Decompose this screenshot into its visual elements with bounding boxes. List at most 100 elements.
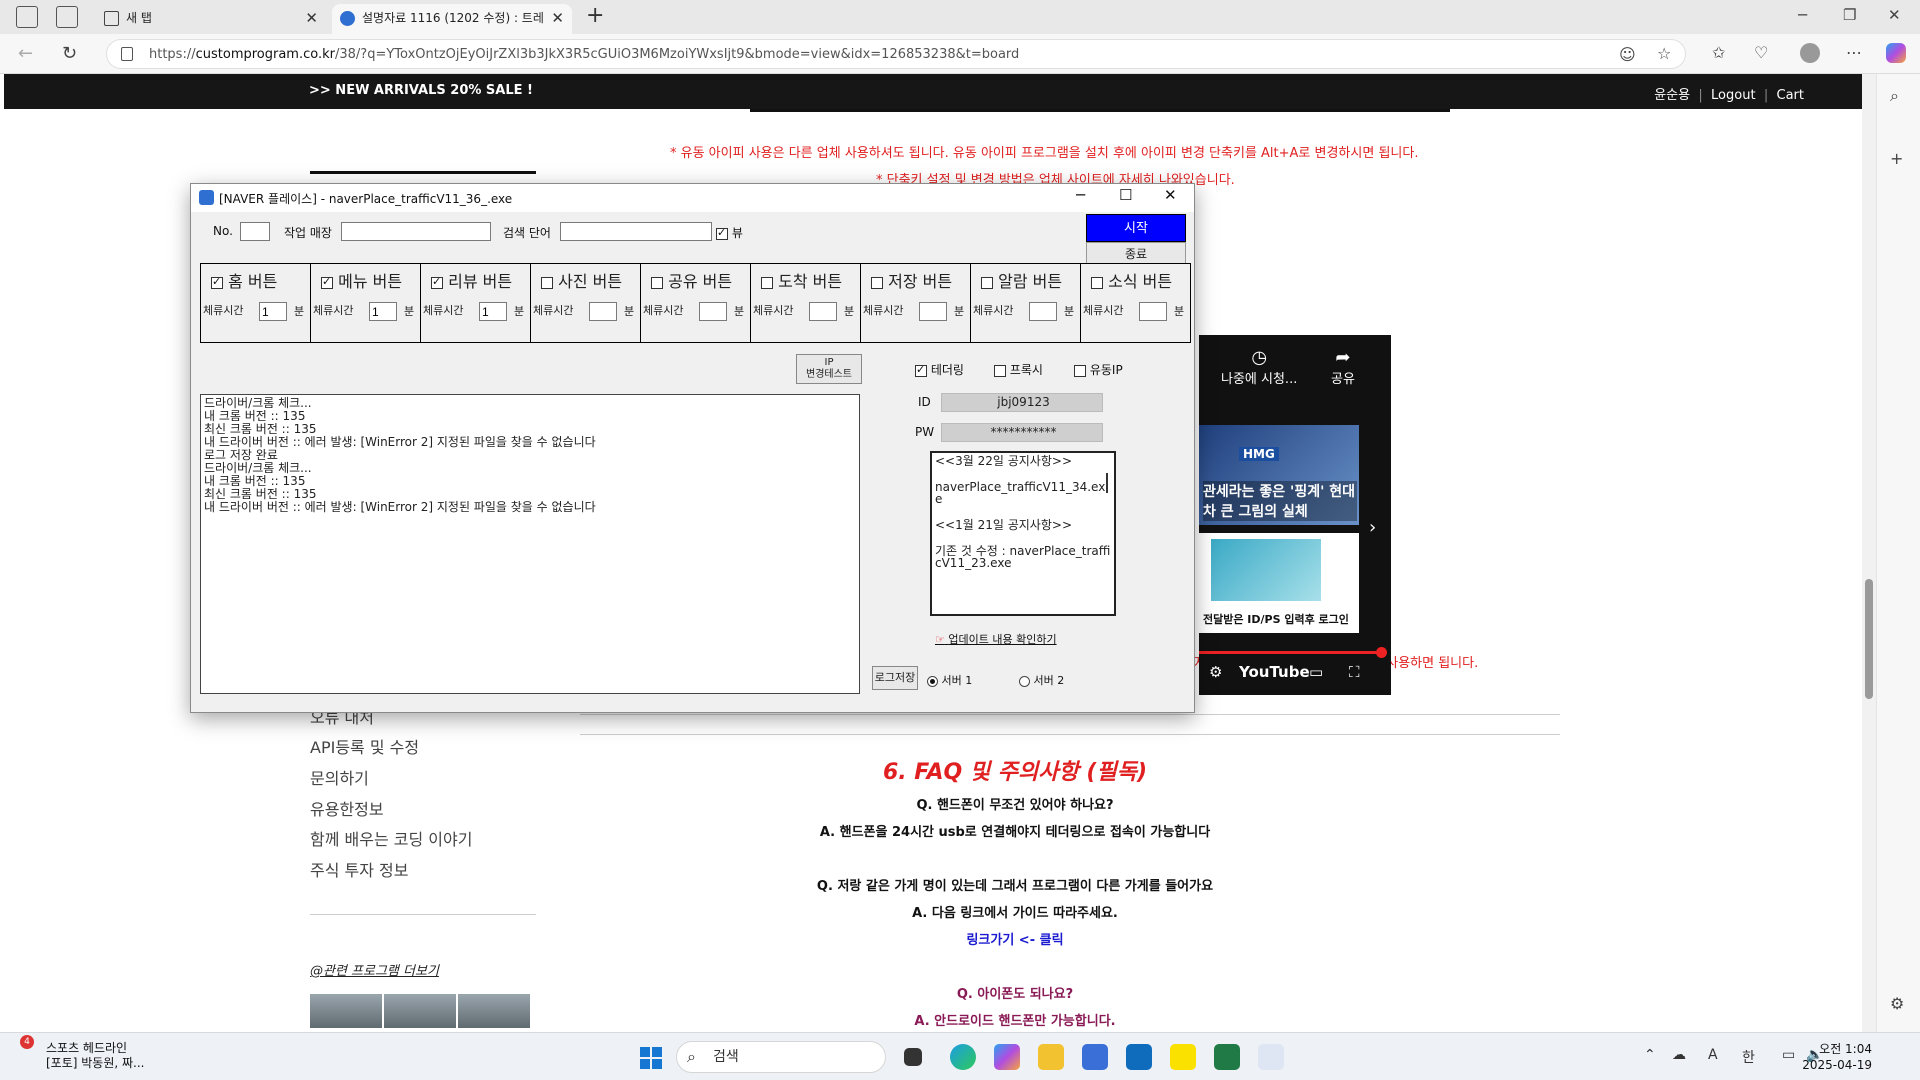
progress-knob[interactable] bbox=[1376, 647, 1387, 658]
start-button[interactable]: 시작 bbox=[1086, 214, 1186, 242]
faq-guide-link[interactable]: 링크가기 <- 클릭 bbox=[4, 929, 1866, 948]
log-output[interactable]: 드라이버/크롬 체크... 내 크롬 버전 :: 135 최신 크롬 버전 ::… bbox=[200, 394, 860, 694]
store-input[interactable] bbox=[341, 222, 491, 241]
workspaces-icon[interactable] bbox=[16, 6, 38, 28]
stay-minutes-input[interactable] bbox=[1029, 302, 1057, 321]
photo-checkbox[interactable]: 사진 버튼 bbox=[541, 268, 622, 292]
stay-minutes-input[interactable] bbox=[259, 302, 287, 321]
home-checkbox[interactable]: 홈 버튼 bbox=[211, 268, 277, 292]
ime-mode[interactable]: A bbox=[1708, 1047, 1718, 1063]
app-maximize-icon[interactable]: ☐ bbox=[1119, 186, 1132, 204]
next-chevron-icon[interactable]: › bbox=[1369, 517, 1376, 538]
outlook-icon[interactable] bbox=[1126, 1044, 1152, 1070]
cart-link[interactable]: Cart bbox=[1777, 88, 1805, 103]
sale-banner[interactable]: >> NEW ARRIVALS 20% SALE ! bbox=[309, 83, 533, 98]
stay-minutes-input[interactable] bbox=[369, 302, 397, 321]
user-name-link[interactable]: 윤순용 bbox=[1654, 88, 1690, 103]
app-close-icon[interactable]: ✕ bbox=[1164, 186, 1177, 204]
video-progress-bar[interactable] bbox=[1199, 647, 1387, 658]
close-window-icon[interactable]: ✕ bbox=[1888, 6, 1901, 24]
fullscreen-icon[interactable]: ⛶ bbox=[1349, 663, 1360, 681]
notice-scrollbar[interactable] bbox=[1106, 473, 1108, 493]
proxy-checkbox[interactable]: 프록시 bbox=[994, 361, 1043, 378]
menu-checkbox[interactable]: 메뉴 버튼 bbox=[321, 268, 402, 292]
tab-current[interactable]: 설명자료 1116 (1202 수정) : 트레 ✕ bbox=[332, 4, 572, 34]
page-scrollbar[interactable] bbox=[1862, 74, 1876, 1032]
tray-chevron-icon[interactable]: ⌃ bbox=[1644, 1047, 1656, 1063]
tab-close-button[interactable]: ✕ bbox=[305, 4, 318, 32]
pen-app-icon[interactable] bbox=[1258, 1044, 1284, 1070]
browser-essentials-icon[interactable]: ♡ bbox=[1754, 43, 1768, 62]
stay-minutes-input[interactable] bbox=[1139, 302, 1167, 321]
youtube-embed[interactable]: ◷ 나중에 시청... ➦ 공유 HMG 관세라는 좋은 '핑계' 현대차 큰 … bbox=[1199, 335, 1391, 695]
pw-field[interactable]: *********** bbox=[941, 423, 1103, 442]
update-info-link[interactable]: ☞ 업데이트 내용 확인하기 bbox=[935, 631, 1057, 647]
logout-link[interactable]: Logout bbox=[1711, 88, 1756, 103]
language-indicator[interactable]: 한 bbox=[1742, 1047, 1755, 1067]
profile-avatar-icon[interactable] bbox=[1800, 43, 1820, 63]
server2-radio[interactable]: 서버 2 bbox=[1019, 672, 1064, 688]
network-icon[interactable]: ▭ bbox=[1782, 1047, 1795, 1063]
stay-minutes-input[interactable] bbox=[479, 302, 507, 321]
alarm-checkbox[interactable]: 알람 버튼 bbox=[981, 268, 1062, 292]
news-widget[interactable]: 4 스포츠 헤드라인 [포토] 박동원, 짜... bbox=[20, 1035, 145, 1071]
more-menu-icon[interactable]: ⋯ bbox=[1846, 43, 1862, 62]
dynamic-ip-checkbox[interactable]: 유동IP bbox=[1074, 361, 1123, 378]
server1-radio[interactable]: 서버 1 bbox=[927, 672, 972, 688]
stay-minutes-input[interactable] bbox=[699, 302, 727, 321]
tethering-checkbox[interactable]: 테더링 bbox=[915, 361, 964, 378]
news-checkbox[interactable]: 소식 버튼 bbox=[1091, 268, 1172, 292]
onedrive-icon[interactable]: ☁ bbox=[1672, 1047, 1686, 1063]
arrive-checkbox[interactable]: 도착 버튼 bbox=[761, 268, 842, 292]
settings-gear-icon[interactable]: ⚙ bbox=[1209, 663, 1222, 681]
url-field[interactable]: https://customprogram.co.kr/38/?q=YToxOn… bbox=[106, 39, 1686, 69]
ip-change-test-button[interactable]: IP 변경테스트 bbox=[796, 354, 862, 384]
app-minimize-icon[interactable]: ─ bbox=[1076, 186, 1085, 204]
excel-icon[interactable] bbox=[1214, 1044, 1240, 1070]
video-thumbnail[interactable]: 전달받은 ID/PS 입력후 로그인 bbox=[1199, 533, 1359, 633]
edge-icon[interactable] bbox=[950, 1044, 976, 1070]
copilot-app-icon[interactable] bbox=[994, 1044, 1020, 1070]
restore-icon[interactable]: ❐ bbox=[1843, 6, 1856, 24]
share-checkbox[interactable]: 공유 버튼 bbox=[651, 268, 732, 292]
settings-icon[interactable]: ⚙ bbox=[1890, 994, 1904, 1013]
stay-minutes-input[interactable] bbox=[809, 302, 837, 321]
youtube-logo[interactable]: YouTube bbox=[1239, 663, 1310, 681]
refresh-icon[interactable]: ↻ bbox=[62, 43, 77, 64]
tab-new[interactable]: 새 탭 ✕ bbox=[96, 4, 326, 34]
cast-icon[interactable]: ▭ bbox=[1309, 663, 1323, 681]
read-mode-icon[interactable]: ☺ bbox=[1619, 45, 1636, 64]
favorite-star-icon[interactable]: ☆ bbox=[1657, 44, 1671, 63]
system-clock[interactable]: 오전 1:04 2025-04-19 bbox=[1802, 1041, 1872, 1073]
share-button[interactable]: ➦ 공유 bbox=[1331, 347, 1355, 387]
related-programs-link[interactable]: @관련 프로그램 더보기 bbox=[310, 960, 439, 979]
tab-close-button[interactable]: ✕ bbox=[551, 4, 564, 32]
task-view-icon[interactable] bbox=[904, 1048, 922, 1066]
search-icon[interactable]: ⌕ bbox=[1890, 86, 1899, 106]
view-checkbox[interactable]: 뷰 bbox=[716, 224, 743, 241]
start-icon[interactable] bbox=[640, 1047, 662, 1069]
new-tab-button[interactable]: + bbox=[586, 3, 604, 28]
favorites-icon[interactable]: ✩ bbox=[1712, 43, 1725, 62]
keyword-input[interactable] bbox=[560, 222, 712, 241]
tab-actions-icon[interactable] bbox=[56, 6, 78, 28]
file-explorer-icon[interactable] bbox=[1038, 1044, 1064, 1070]
back-icon[interactable]: ← bbox=[18, 43, 33, 64]
kakaotalk-icon[interactable] bbox=[1170, 1044, 1196, 1070]
review-checkbox[interactable]: 리뷰 버튼 bbox=[431, 268, 512, 292]
copilot-icon[interactable] bbox=[1886, 43, 1906, 63]
watch-later-button[interactable]: ◷ 나중에 시청... bbox=[1221, 347, 1297, 387]
save-checkbox[interactable]: 저장 버튼 bbox=[871, 268, 952, 292]
log-save-button[interactable]: 로그저장 bbox=[872, 666, 918, 690]
notice-list[interactable]: <<3월 22일 공지사항>> naverPlace_trafficV11_34… bbox=[930, 451, 1116, 616]
stay-minutes-input[interactable] bbox=[919, 302, 947, 321]
stop-button[interactable]: 종료 bbox=[1086, 242, 1186, 264]
no-input[interactable] bbox=[240, 222, 270, 241]
id-field[interactable]: jbj09123 bbox=[941, 393, 1103, 412]
store-icon[interactable] bbox=[1082, 1044, 1108, 1070]
scroll-thumb[interactable] bbox=[1865, 579, 1873, 699]
video-thumbnail[interactable]: HMG 관세라는 좋은 '핑계' 현대차 큰 그림의 실체 bbox=[1199, 425, 1359, 525]
stay-minutes-input[interactable] bbox=[589, 302, 617, 321]
taskbar-search[interactable]: ⌕ 검색 bbox=[676, 1041, 886, 1073]
add-icon[interactable]: + bbox=[1890, 149, 1903, 168]
